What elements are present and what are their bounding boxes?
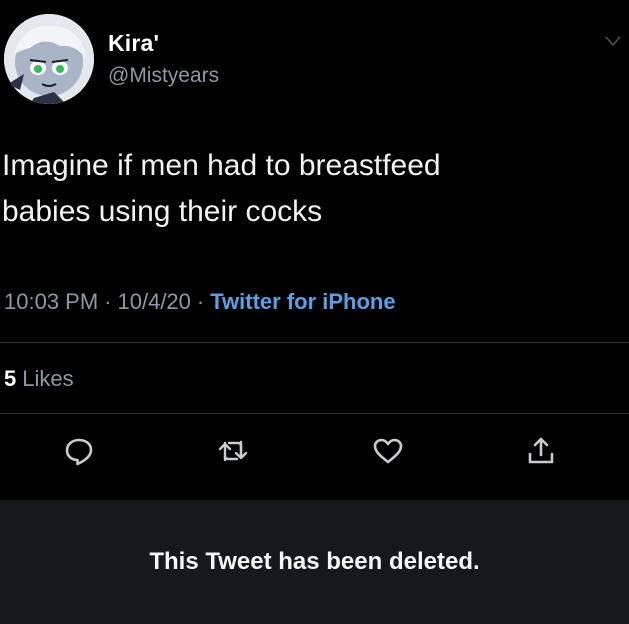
tweet-source-link[interactable]: Twitter for iPhone — [210, 289, 395, 314]
separator: · — [196, 289, 205, 314]
tweet-text-line: babies using their cocks — [2, 195, 323, 228]
display-name[interactable]: Kira' — [108, 30, 159, 57]
reply-button[interactable] — [62, 434, 96, 468]
likes-stat[interactable]: 5 Likes — [4, 366, 74, 392]
tweet-text-line: Imagine if men had to breastfeed — [2, 149, 441, 182]
retweet-icon — [218, 440, 248, 462]
like-button[interactable] — [371, 434, 405, 468]
divider — [0, 342, 629, 343]
deleted-tweet-banner: This Tweet has been deleted. — [0, 500, 629, 624]
separator: · — [104, 289, 112, 314]
avatar[interactable] — [4, 14, 94, 104]
divider — [0, 413, 629, 414]
tweet-card: Kira' @Mistyears Imagine if men had to b… — [0, 0, 629, 500]
tweet-date: 10/4/20 — [117, 289, 191, 314]
tweet-time: 10:03 PM — [4, 289, 99, 314]
chevron-down-icon[interactable] — [605, 34, 621, 47]
likes-label: Likes — [22, 366, 74, 391]
heart-icon — [373, 438, 403, 464]
share-icon — [528, 437, 554, 464]
deleted-tweet-text: This Tweet has been deleted. — [149, 548, 480, 575]
user-handle[interactable]: @Mistyears — [108, 64, 219, 88]
share-button[interactable] — [524, 434, 558, 468]
avatar-image-icon — [4, 14, 94, 104]
reply-icon — [65, 438, 93, 466]
likes-count: 5 — [4, 366, 17, 391]
retweet-button[interactable] — [216, 434, 250, 468]
tweet-text: Imagine if men had to breastfeed babies … — [2, 143, 612, 235]
tweet-metadata: 10:03 PM · 10/4/20 · Twitter for iPhone — [4, 289, 396, 315]
